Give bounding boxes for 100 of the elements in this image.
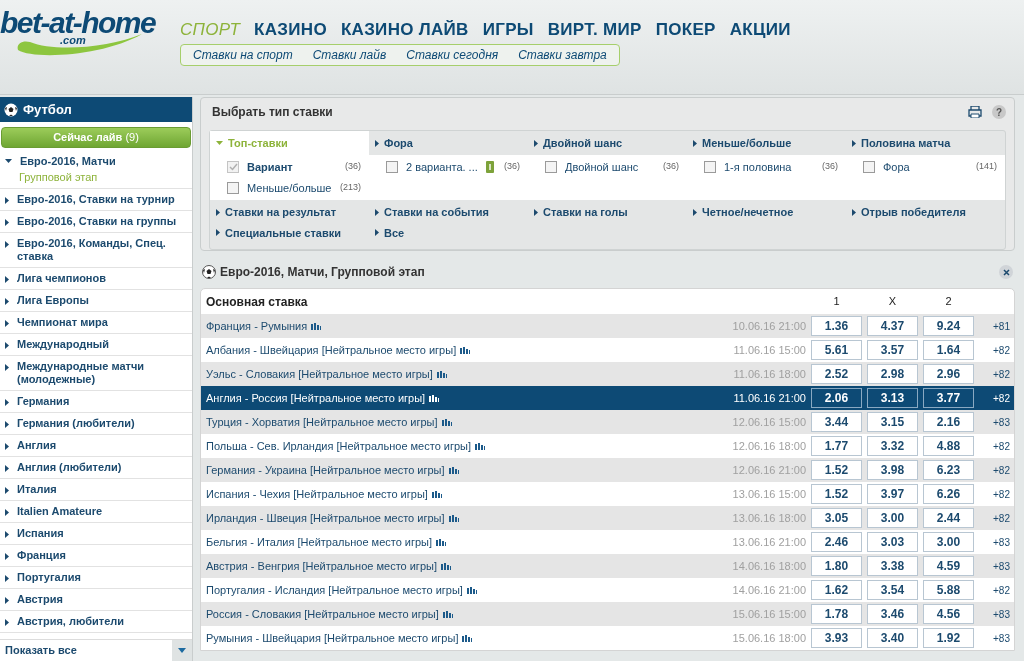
sidebar-item[interactable]: Международный (0, 334, 192, 356)
more-bets-link[interactable]: +81 (974, 318, 1014, 334)
category-tab[interactable]: Меньше/больше (687, 131, 846, 155)
match-name[interactable]: Англия - Россия [Нейтральное место игры] (206, 389, 426, 407)
match-name[interactable]: Уэльс - Словакия [Нейтральное место игры] (206, 365, 433, 383)
more-bets-link[interactable]: +82 (974, 462, 1014, 478)
match-name[interactable]: Польша - Сев. Ирландия [Нейтральное место игры] (206, 437, 472, 455)
odds-button[interactable]: 2.16 (923, 412, 974, 432)
print-icon[interactable] (968, 106, 982, 118)
more-bets-link[interactable]: +83 (974, 606, 1014, 622)
checkbox[interactable] (545, 161, 557, 173)
dropdown-button[interactable] (172, 639, 192, 661)
odds-button[interactable]: 6.23 (923, 460, 974, 480)
odds-button[interactable]: 1.52 (811, 460, 862, 480)
odds-button[interactable]: 4.59 (923, 556, 974, 576)
sidebar-item[interactable]: Евро-2016, Ставки на группы (0, 211, 192, 233)
odds-button[interactable]: 3.40 (867, 628, 918, 648)
sidebar-item[interactable]: Евро-2016, Ставки на турнир (0, 189, 192, 211)
sidebar-item[interactable]: Англия (любители) (0, 457, 192, 479)
odds-button[interactable]: 3.57 (867, 340, 918, 360)
odds-button[interactable]: 1.77 (811, 436, 862, 456)
match-name[interactable]: Ирландия - Швеция [Нейтральное место игры] (206, 509, 445, 527)
odds-button[interactable]: 2.06 (811, 388, 862, 408)
option-label[interactable]: Двойной шанс (565, 158, 639, 176)
odds-button[interactable]: 3.03 (867, 532, 918, 552)
sidebar-item[interactable]: Германия (0, 391, 192, 413)
category-tab[interactable]: Половина матча (846, 131, 1005, 155)
sidebar-item[interactable]: Чемпионат мира (0, 312, 192, 334)
odds-button[interactable]: 4.88 (923, 436, 974, 456)
nav-tab[interactable]: ПОКЕР (655, 17, 716, 43)
odds-button[interactable]: 3.77 (923, 388, 974, 408)
odds-button[interactable]: 3.98 (867, 460, 918, 480)
stats-icon[interactable] (436, 538, 447, 546)
odds-button[interactable]: 3.13 (867, 388, 918, 408)
option-label[interactable]: Меньше/больше (247, 179, 332, 197)
odds-button[interactable]: 3.46 (867, 604, 918, 624)
odds-button[interactable]: 5.88 (923, 580, 974, 600)
stats-icon[interactable] (436, 370, 447, 378)
sidebar-item[interactable]: Англия (0, 435, 192, 457)
odds-button[interactable]: 1.52 (811, 484, 862, 504)
match-row[interactable]: Ирландия - Швеция [Нейтральное место игры] 13.06.16 18:00 3.05 3.00 2.44 +82 (201, 506, 1014, 530)
odds-button[interactable]: 3.54 (867, 580, 918, 600)
sidebar-item[interactable]: Испания (0, 523, 192, 545)
match-row[interactable]: Россия - Словакия [Нейтральное место игры] 15.06.16 15:00 1.78 3.46 4.56 +83 (201, 602, 1014, 626)
match-row[interactable]: Франция - Румыния 10.06.16 21:00 1.36 4.37 9.24 +81 (201, 314, 1014, 338)
stats-icon[interactable] (448, 466, 459, 474)
close-button[interactable] (999, 265, 1013, 279)
category-tab[interactable]: Двойной шанс (528, 131, 687, 155)
odds-button[interactable]: 1.78 (811, 604, 862, 624)
stats-icon[interactable] (462, 634, 473, 642)
odds-button[interactable]: 1.36 (811, 316, 862, 336)
odds-button[interactable]: 2.46 (811, 532, 862, 552)
sidebar-item[interactable]: Португалия (0, 567, 192, 589)
stats-icon[interactable] (466, 586, 477, 594)
match-row[interactable]: Австрия - Венгрия [Нейтральное место игры] 14.06.16 18:00 1.80 3.38 4.59 +83 (201, 554, 1014, 578)
odds-button[interactable]: 3.32 (867, 436, 918, 456)
match-name[interactable]: Бельгия - Италия [Нейтральное место игры] (206, 533, 433, 551)
nav-tab[interactable]: ВИРТ. МИР (547, 17, 642, 43)
nav-tab[interactable]: КАЗИНО ЛАЙВ (340, 17, 469, 43)
odds-button[interactable]: 2.98 (867, 364, 918, 384)
match-name[interactable]: Россия - Словакия [Нейтральное место игры] (206, 605, 439, 623)
more-bets-link[interactable]: +82 (974, 486, 1014, 502)
sidebar-item[interactable]: Евро-2016, Матчи Групповой этап (0, 151, 192, 189)
match-row[interactable]: Германия - Украина [Нейтральное место игры] 12.06.16 21:00 1.52 3.98 6.23 +82 (201, 458, 1014, 482)
more-bets-link[interactable]: +83 (974, 534, 1014, 550)
sidebar-item[interactable]: Международные матчи (молодежные) (0, 356, 192, 391)
match-name[interactable]: Испания - Чехия [Нейтральное место игры] (206, 485, 428, 503)
subnav-link[interactable]: Ставки завтра (518, 46, 607, 64)
odds-button[interactable]: 1.64 (923, 340, 974, 360)
match-name[interactable]: Франция - Румыния (206, 317, 308, 335)
checkbox[interactable] (227, 161, 239, 173)
help-button[interactable]: ? (992, 105, 1006, 119)
checkbox[interactable] (227, 182, 239, 194)
more-bets-link[interactable]: +82 (974, 342, 1014, 358)
stats-icon[interactable] (442, 610, 453, 618)
odds-button[interactable]: 4.37 (867, 316, 918, 336)
odds-button[interactable]: 9.24 (923, 316, 974, 336)
match-name[interactable]: Португалия - Исландия [Нейтральное место игры] (206, 581, 463, 599)
sidebar-item[interactable]: Франция (0, 545, 192, 567)
stats-icon[interactable] (475, 442, 486, 450)
match-name[interactable]: Австрия - Венгрия [Нейтральное место игры] (206, 557, 437, 575)
match-name[interactable]: Турция - Хорватия [Нейтральное место игры] (206, 413, 438, 431)
odds-button[interactable]: 1.62 (811, 580, 862, 600)
match-name[interactable]: Албания - Швейцария [Нейтральное место игры] (206, 341, 457, 359)
subnav-link[interactable]: Ставки сегодня (406, 46, 499, 64)
option-label[interactable]: 1-я половина (724, 158, 792, 176)
odds-button[interactable]: 3.05 (811, 508, 862, 528)
odds-button[interactable]: 6.26 (923, 484, 974, 504)
more-bets-link[interactable]: +82 (974, 510, 1014, 526)
match-name[interactable]: Румыния - Швейцария [Нейтральное место игры] (206, 629, 459, 647)
category-tab[interactable]: Специальные ставки (210, 224, 369, 241)
sidebar-item[interactable]: Лига чемпионов (0, 268, 192, 290)
odds-button[interactable]: 5.61 (811, 340, 862, 360)
category-tab[interactable]: Четное/нечетное (687, 204, 846, 221)
match-row[interactable]: Турция - Хорватия [Нейтральное место игры] 12.06.16 15:00 3.44 3.15 2.16 +83 (201, 410, 1014, 434)
option-label[interactable]: 2 варианта. ... (406, 158, 478, 176)
option-label[interactable]: Вариант (247, 158, 293, 176)
odds-button[interactable]: 2.96 (923, 364, 974, 384)
sidebar-item[interactable]: Италия (0, 479, 192, 501)
category-tab[interactable]: Фора (369, 131, 528, 155)
